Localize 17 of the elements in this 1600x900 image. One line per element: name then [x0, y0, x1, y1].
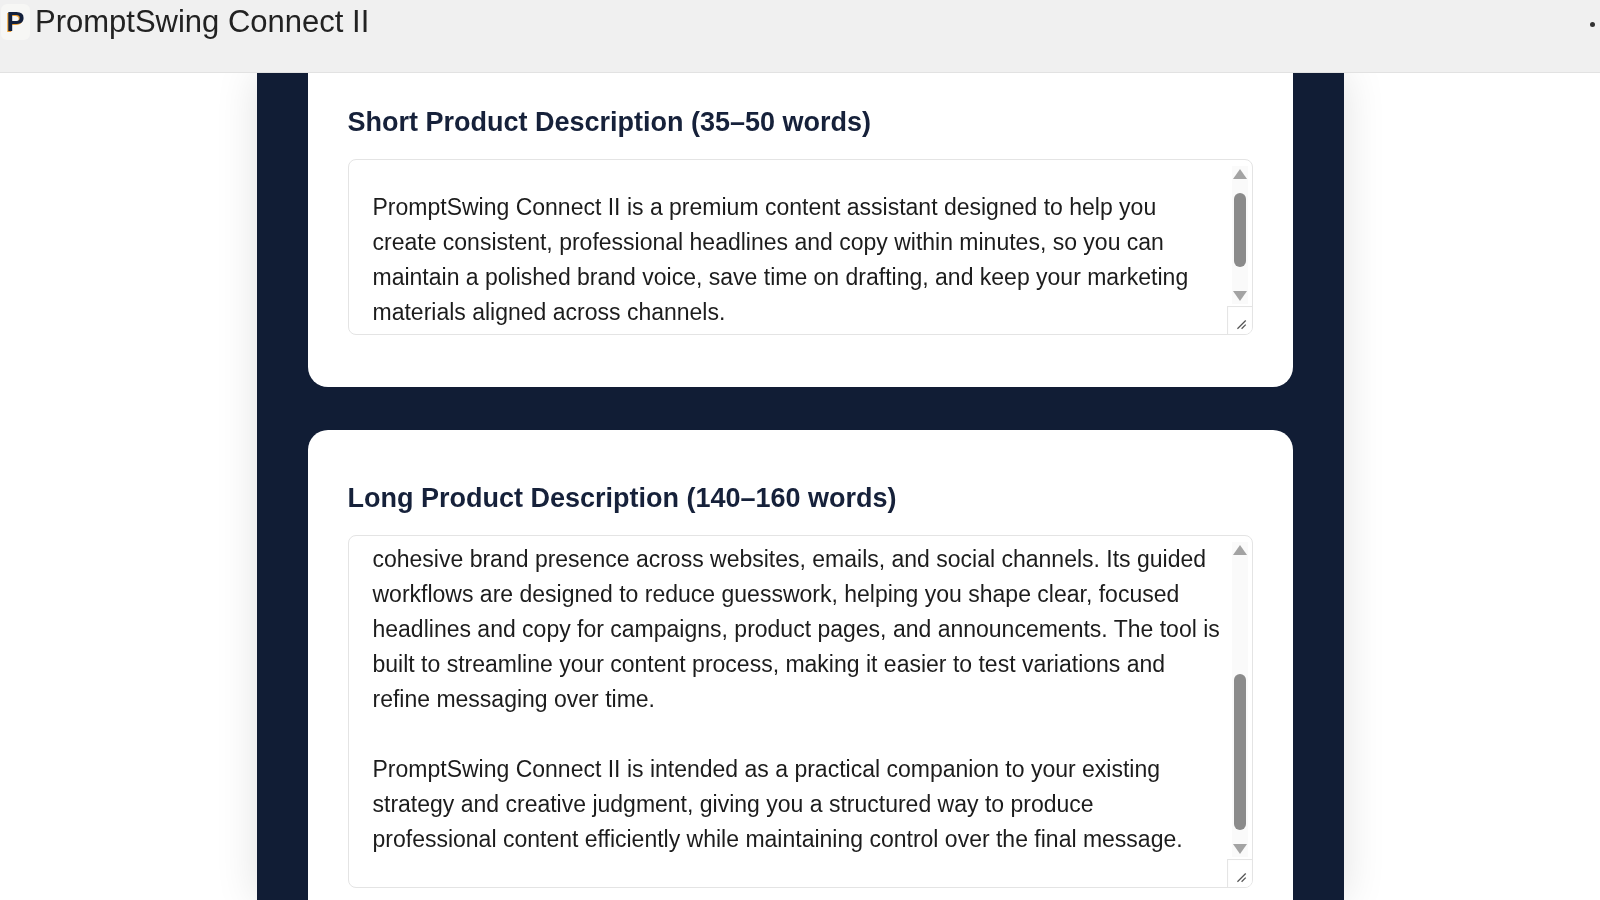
resize-grip-icon[interactable]: [1226, 859, 1252, 887]
app-logo: P: [1, 4, 30, 40]
resize-grip-icon[interactable]: [1226, 306, 1252, 334]
app-title: PromptSwing Connect II: [35, 4, 370, 40]
scrollbar[interactable]: [1231, 542, 1248, 857]
section-heading: Short Product Description (35–50 words): [347, 106, 873, 139]
scroll-down-icon[interactable]: [1232, 291, 1247, 301]
section-heading: Long Product Description (140–160 words): [347, 482, 898, 515]
scrollbar-thumb[interactable]: [1233, 674, 1246, 830]
description-textarea[interactable]: cohesive brand presence across websites, emails, and social channels. Its guided workflows are designed to reduce guesswork, helping you shape clear, focused headlines and copy for campaigns, product pages, and announcements. The tool is built to streamline your content process, making it easier to test variations and refine messaging over time. PromptSwing Connect II is intended as a practical companion to your existing strategy and creative judgment, giving you a structured way to produce professional content efficiently while maintaining control over the final message.: [347, 535, 1253, 888]
scrollbar[interactable]: [1231, 166, 1248, 304]
scroll-up-icon[interactable]: [1232, 545, 1247, 555]
dot-icon[interactable]: [1590, 22, 1595, 27]
scrollbar-thumb[interactable]: [1233, 192, 1246, 267]
scroll-down-icon[interactable]: [1232, 844, 1247, 854]
description-textarea[interactable]: PromptSwing Connect II is a premium content assistant designed to help you create consistent, professional headlines and copy within minutes, so you can maintain a polished brand voice, save time on drafting, and keep your marketing materials aligned across channels.: [347, 159, 1253, 335]
scroll-up-icon[interactable]: [1232, 169, 1247, 179]
